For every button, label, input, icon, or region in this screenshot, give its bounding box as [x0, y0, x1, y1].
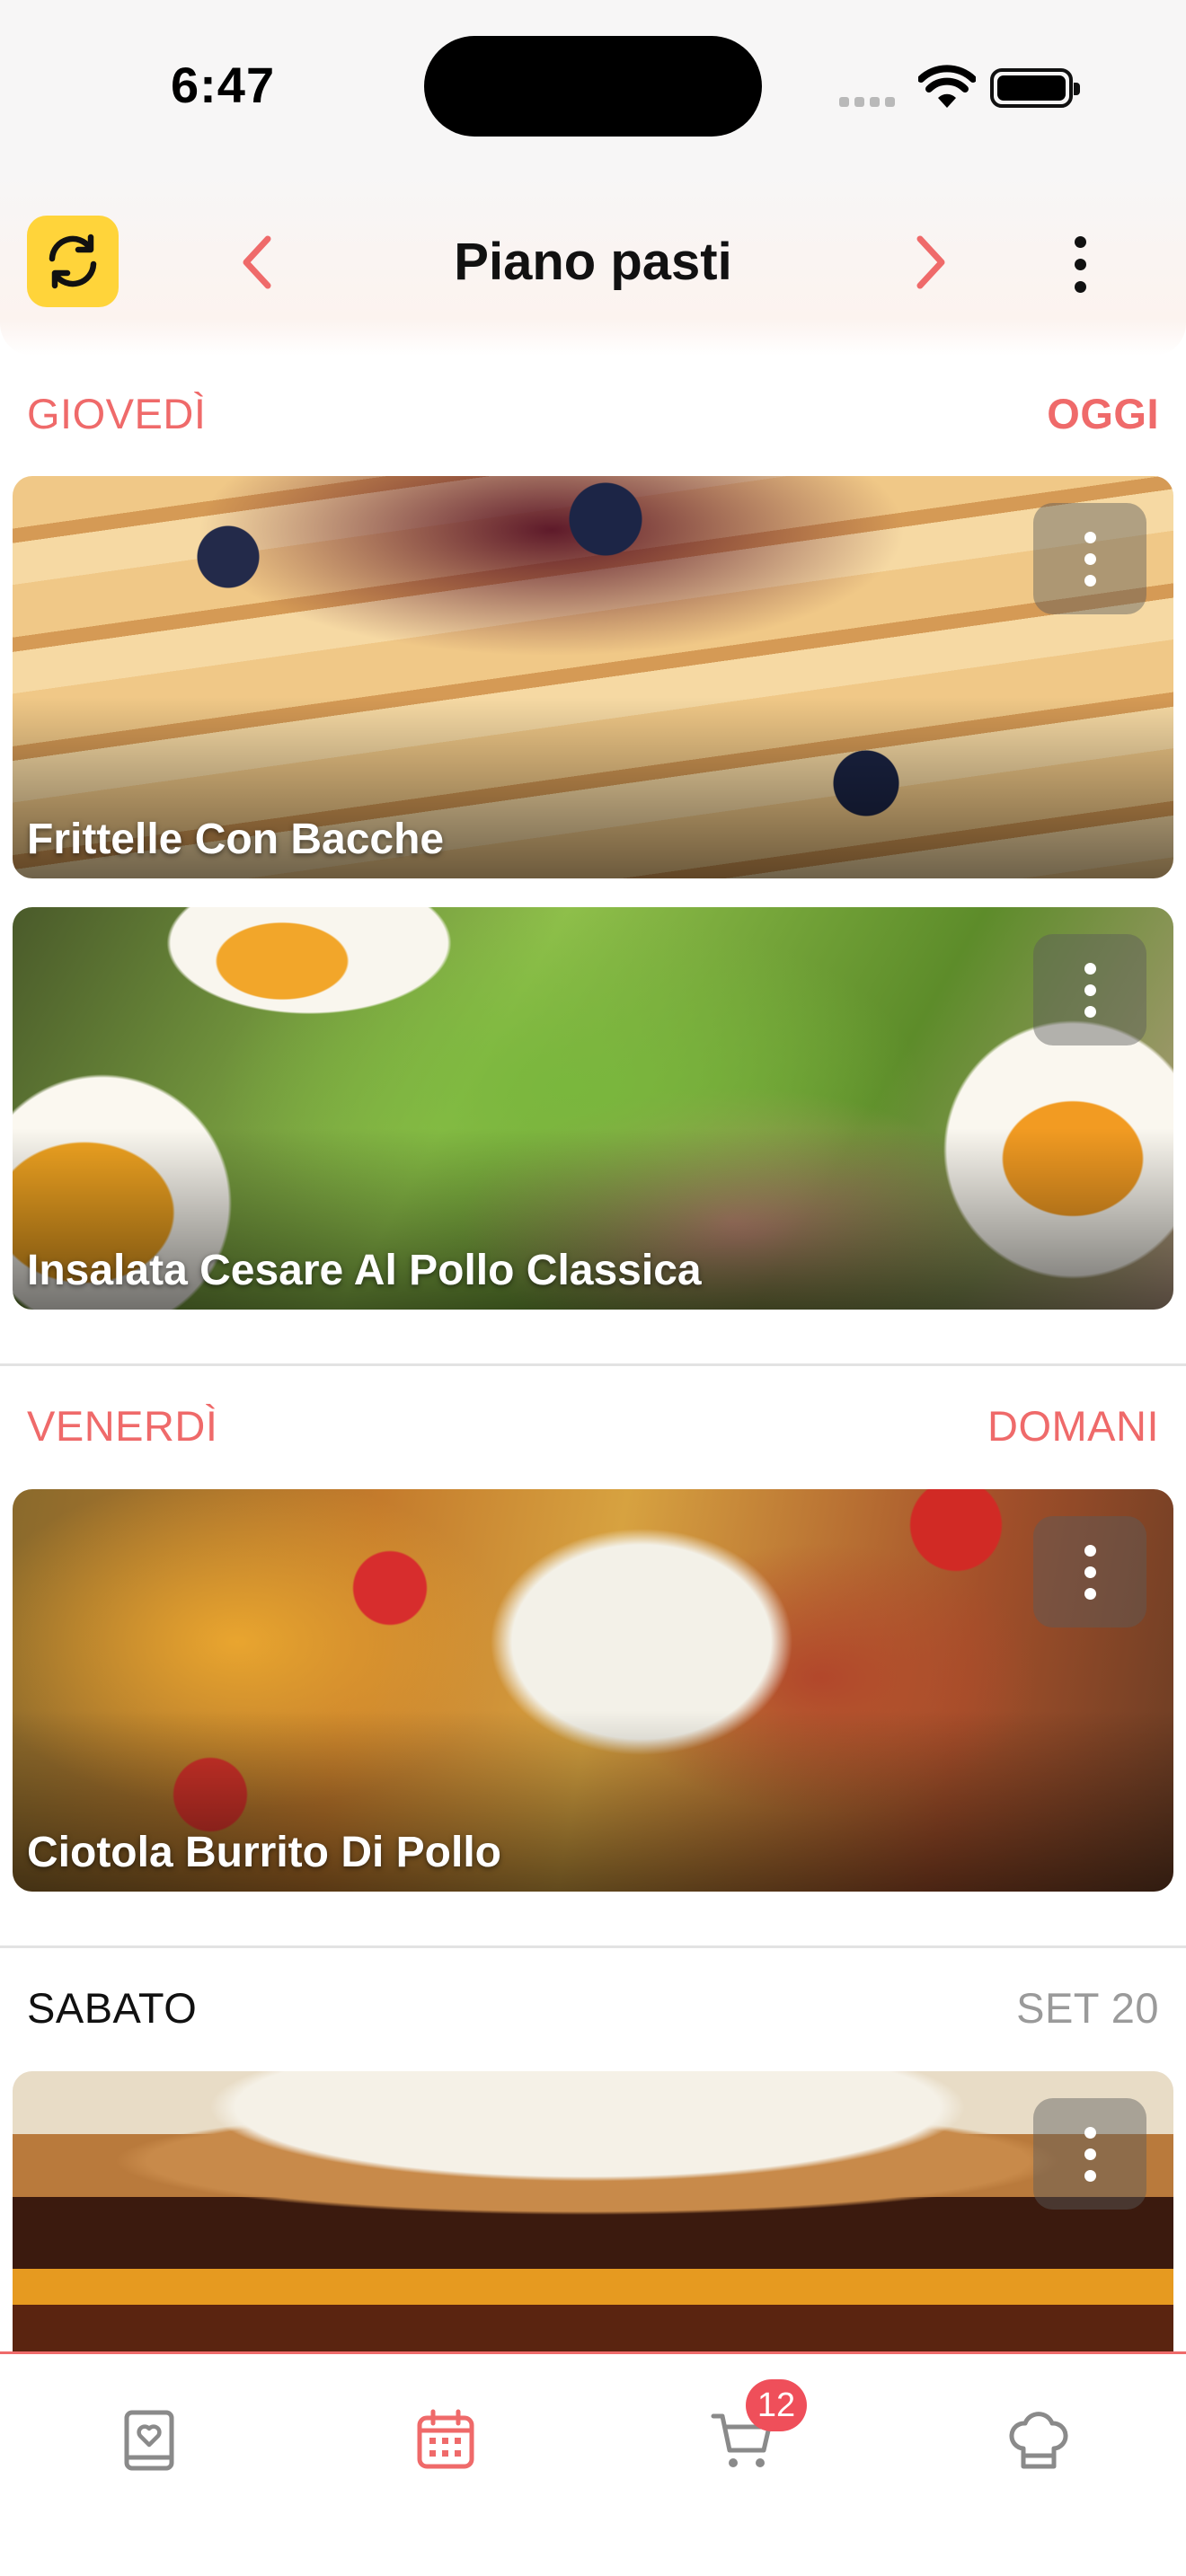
day-header-thursday: GIOVEDÌ OGGI [27, 382, 1159, 445]
day-tag: OGGI [1047, 389, 1159, 437]
chevron-right-icon [916, 235, 945, 289]
tab-meal-plan[interactable] [392, 2386, 500, 2494]
wifi-icon [917, 65, 977, 114]
chevron-left-icon [243, 235, 271, 289]
status-bar: 6:47 [0, 0, 1186, 171]
more-dot-icon [1084, 962, 1096, 975]
more-dot-icon [1084, 2169, 1096, 2182]
meal-card[interactable]: Frittelle Con Bacche [13, 476, 1173, 878]
more-dot-icon [1084, 2148, 1096, 2160]
previous-week-button[interactable] [230, 226, 284, 298]
page-title: Piano pasti [454, 233, 732, 291]
more-dot-icon [1084, 1566, 1096, 1578]
more-dot-icon [1084, 984, 1096, 996]
battery-icon [990, 68, 1080, 108]
day-tag: SET 20 [1016, 1983, 1159, 2032]
meal-card[interactable]: Insalata Cesare Al Pollo Classica [13, 907, 1173, 1310]
meal-title: Insalata Cesare Al Pollo Classica [27, 1247, 702, 1294]
more-dot-icon [1084, 574, 1096, 587]
more-dot-icon [1075, 280, 1086, 293]
more-dot-icon [1075, 235, 1086, 248]
more-dot-icon [1084, 531, 1096, 543]
day-header-friday: VENERDÌ DOMANI [27, 1394, 1159, 1457]
meal-title: Ciotola Burrito Di Pollo [27, 1829, 501, 1876]
more-dot-icon [1075, 258, 1086, 270]
more-options-button[interactable] [1075, 228, 1086, 300]
meal-options-button[interactable] [1033, 503, 1146, 614]
meal-title: Frittelle Con Bacche [27, 816, 445, 863]
status-time: 6:47 [171, 57, 276, 113]
app-header: Piano pasti [0, 171, 1186, 356]
meal-card[interactable] [13, 2071, 1173, 2368]
day-label: SABATO [27, 1983, 198, 2032]
sync-button[interactable] [27, 216, 119, 307]
more-dot-icon [1084, 552, 1096, 565]
more-dot-icon [1084, 2126, 1096, 2139]
more-dot-icon [1084, 1587, 1096, 1600]
divider [0, 1945, 1186, 1948]
meal-options-button[interactable] [1033, 1516, 1146, 1628]
more-dot-icon [1084, 1544, 1096, 1557]
day-label: GIOVEDÌ [27, 389, 207, 437]
tab-shopping-list[interactable]: 12 [688, 2379, 807, 2494]
meal-options-button[interactable] [1033, 934, 1146, 1045]
divider [0, 1363, 1186, 1366]
tab-bar: 12 [0, 2351, 1186, 2576]
day-header-saturday: SABATO SET 20 [27, 1976, 1159, 2039]
more-dot-icon [1084, 1005, 1096, 1018]
day-label: VENERDÌ [27, 1401, 218, 1450]
next-week-button[interactable] [904, 226, 958, 298]
day-tag: DOMANI [987, 1401, 1159, 1450]
cellular-signal-icon [839, 95, 900, 111]
recipe-book-icon [124, 2410, 174, 2471]
sync-icon [49, 234, 97, 289]
tab-chef[interactable] [985, 2386, 1093, 2494]
calendar-icon [417, 2409, 474, 2469]
meal-card[interactable]: Ciotola Burrito Di Pollo [13, 1489, 1173, 1892]
chef-hat-icon [1009, 2412, 1068, 2469]
cart-count-badge: 12 [746, 2379, 807, 2431]
dynamic-island [424, 36, 762, 137]
meal-options-button[interactable] [1033, 2098, 1146, 2210]
tab-recipes[interactable] [95, 2386, 203, 2494]
